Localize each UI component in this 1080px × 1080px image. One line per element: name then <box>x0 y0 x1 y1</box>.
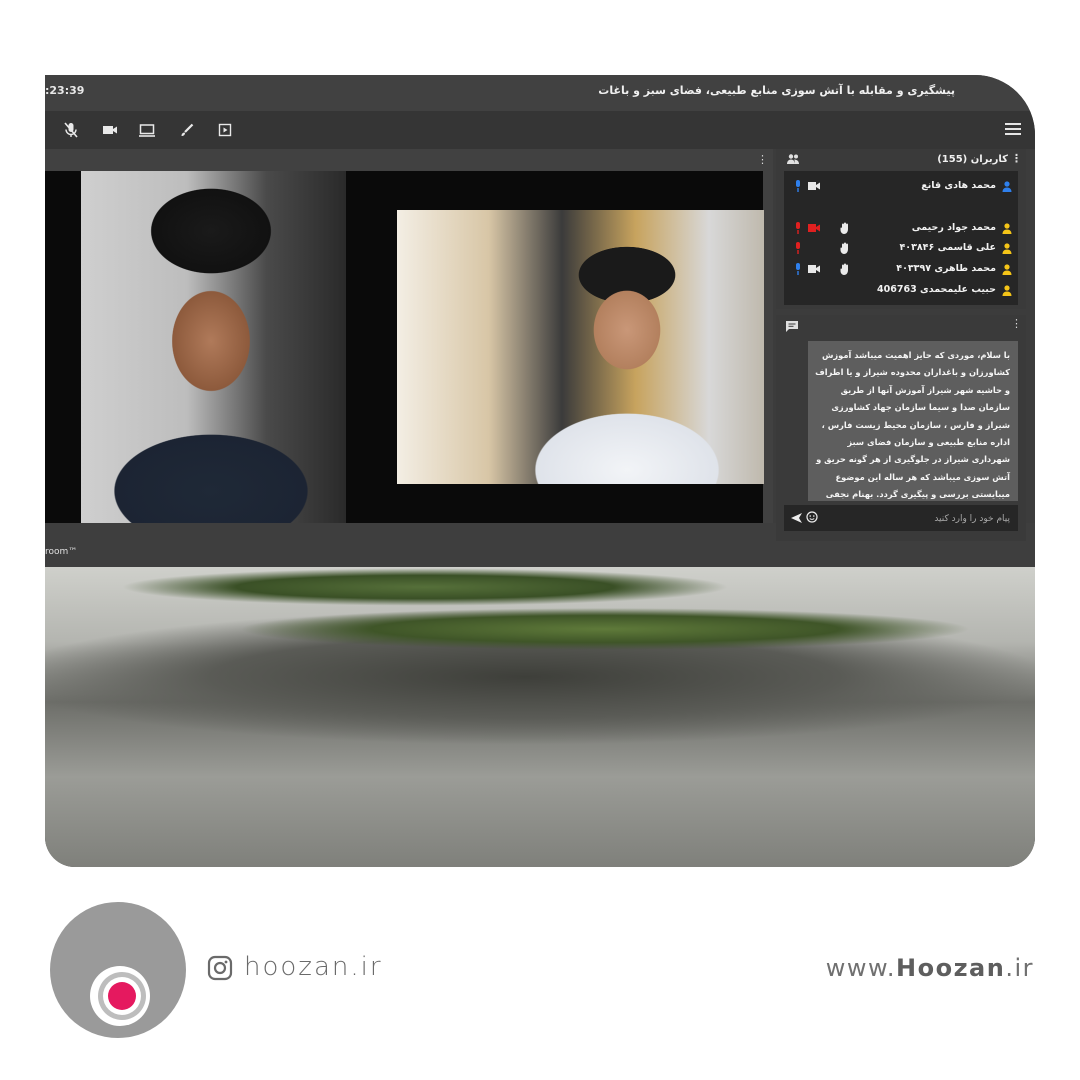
mic-muted-icon <box>796 242 800 254</box>
instagram-icon[interactable] <box>207 955 233 981</box>
raised-hand-icon <box>840 242 848 254</box>
video-grid <box>45 171 764 523</box>
title-bar: :23:39 پیشگیری و مقابله با آتش سوزی مناب… <box>45 75 1035 111</box>
toolbar <box>45 111 1035 149</box>
session-title: پیشگیری و مقابله با آتش سوزی منابع طبیعی… <box>598 84 955 97</box>
raised-hand-icon <box>840 263 848 275</box>
instagram-handle[interactable]: hoozan.ir <box>244 952 383 982</box>
user-name: حبیب علیمحمدی 406763 <box>877 284 996 295</box>
user-yellow-icon <box>1002 285 1012 296</box>
users-group-icon <box>787 154 799 164</box>
chat-message-input[interactable] <box>838 509 1012 529</box>
user-yellow-icon <box>1002 264 1012 275</box>
raised-hand-icon <box>840 222 848 234</box>
stage-more-icon[interactable]: ⋮ <box>757 153 768 166</box>
user-name: محمد جواد رحیمی <box>911 222 996 233</box>
mic-muted-icon <box>796 222 800 234</box>
chat-message: با سلام، موردی که حایز اهمیت میباشد آموز… <box>815 350 1010 517</box>
users-list[interactable]: محمد هادی قانع محمد جواد رحیمی علی قاسمی <box>784 171 1018 305</box>
side-panel: کاربران (155) ⋮ محمد هادی قانع محمد جواد… <box>776 149 1026 541</box>
chat-message-list: با سلام، موردی که حایز اهمیت میباشد آموز… <box>808 341 1018 517</box>
session-clock: :23:39 <box>45 84 85 97</box>
users-header: کاربران (155) ⋮ <box>776 149 1026 171</box>
user-name: علی قاسمی ۴۰۳۸۴۶ <box>899 242 996 253</box>
chat-bubble-icon <box>786 321 798 332</box>
user-name: محمد طاهری ۴۰۳۳۹۷ <box>896 263 996 274</box>
screen-share-icon[interactable] <box>137 120 157 140</box>
user-row[interactable]: محمد طاهری ۴۰۳۳۹۷ <box>784 260 1018 280</box>
mic-muted-icon[interactable] <box>61 120 81 140</box>
menu-icon[interactable] <box>1005 123 1021 137</box>
chat-panel: ⋮ با سلام، موردی که حایز اهمیت میباشد آم… <box>776 315 1026 541</box>
decorative-leaf-photo <box>45 567 1035 867</box>
app-branding: room™ <box>45 547 78 557</box>
user-row[interactable]: محمد جواد رحیمی <box>784 219 1018 239</box>
meeting-main-area: ⋮ room™ کاربران (155) ⋮ محمد هادی قانع م… <box>45 149 1035 567</box>
user-blue-icon <box>1002 181 1012 192</box>
participant-video-1 <box>81 171 346 523</box>
hoozan-logo-icon <box>50 902 186 1038</box>
participant-video-2 <box>397 210 764 484</box>
website-brand: Hoozan <box>896 954 1006 982</box>
mic-on-icon <box>796 263 800 275</box>
chat-more-icon[interactable]: ⋮ <box>1011 317 1022 330</box>
user-yellow-icon <box>1002 223 1012 234</box>
whiteboard-pen-icon[interactable] <box>177 120 197 140</box>
user-name: محمد هادی قانع <box>921 180 996 191</box>
send-icon[interactable] <box>790 512 802 524</box>
user-row[interactable]: حبیب علیمحمدی 406763 <box>784 281 1018 301</box>
users-panel: کاربران (155) ⋮ محمد هادی قانع محمد جواد… <box>776 149 1026 309</box>
user-row[interactable]: علی قاسمی ۴۰۳۸۴۶ <box>784 239 1018 259</box>
camera-on-icon <box>808 182 820 190</box>
users-more-icon[interactable]: ⋮ <box>1011 152 1022 165</box>
users-title: کاربران (155) <box>937 154 1008 165</box>
user-row[interactable]: محمد هادی قانع <box>784 177 1018 197</box>
video-stage: ⋮ <box>45 149 773 541</box>
website-prefix: www. <box>825 954 897 982</box>
website-link[interactable]: www.Hoozan.ir <box>826 954 1034 982</box>
camera-icon[interactable] <box>100 120 120 140</box>
emoji-icon[interactable] <box>806 511 818 523</box>
media-play-icon[interactable] <box>215 120 235 140</box>
user-yellow-icon <box>1002 243 1012 254</box>
camera-red-icon <box>808 224 820 232</box>
mic-on-icon <box>796 180 800 192</box>
website-suffix: .ir <box>1005 954 1034 982</box>
meeting-screenshot-card: :23:39 پیشگیری و مقابله با آتش سوزی مناب… <box>45 75 1035 867</box>
camera-on-icon <box>808 265 820 273</box>
chat-input-bar <box>784 505 1018 531</box>
